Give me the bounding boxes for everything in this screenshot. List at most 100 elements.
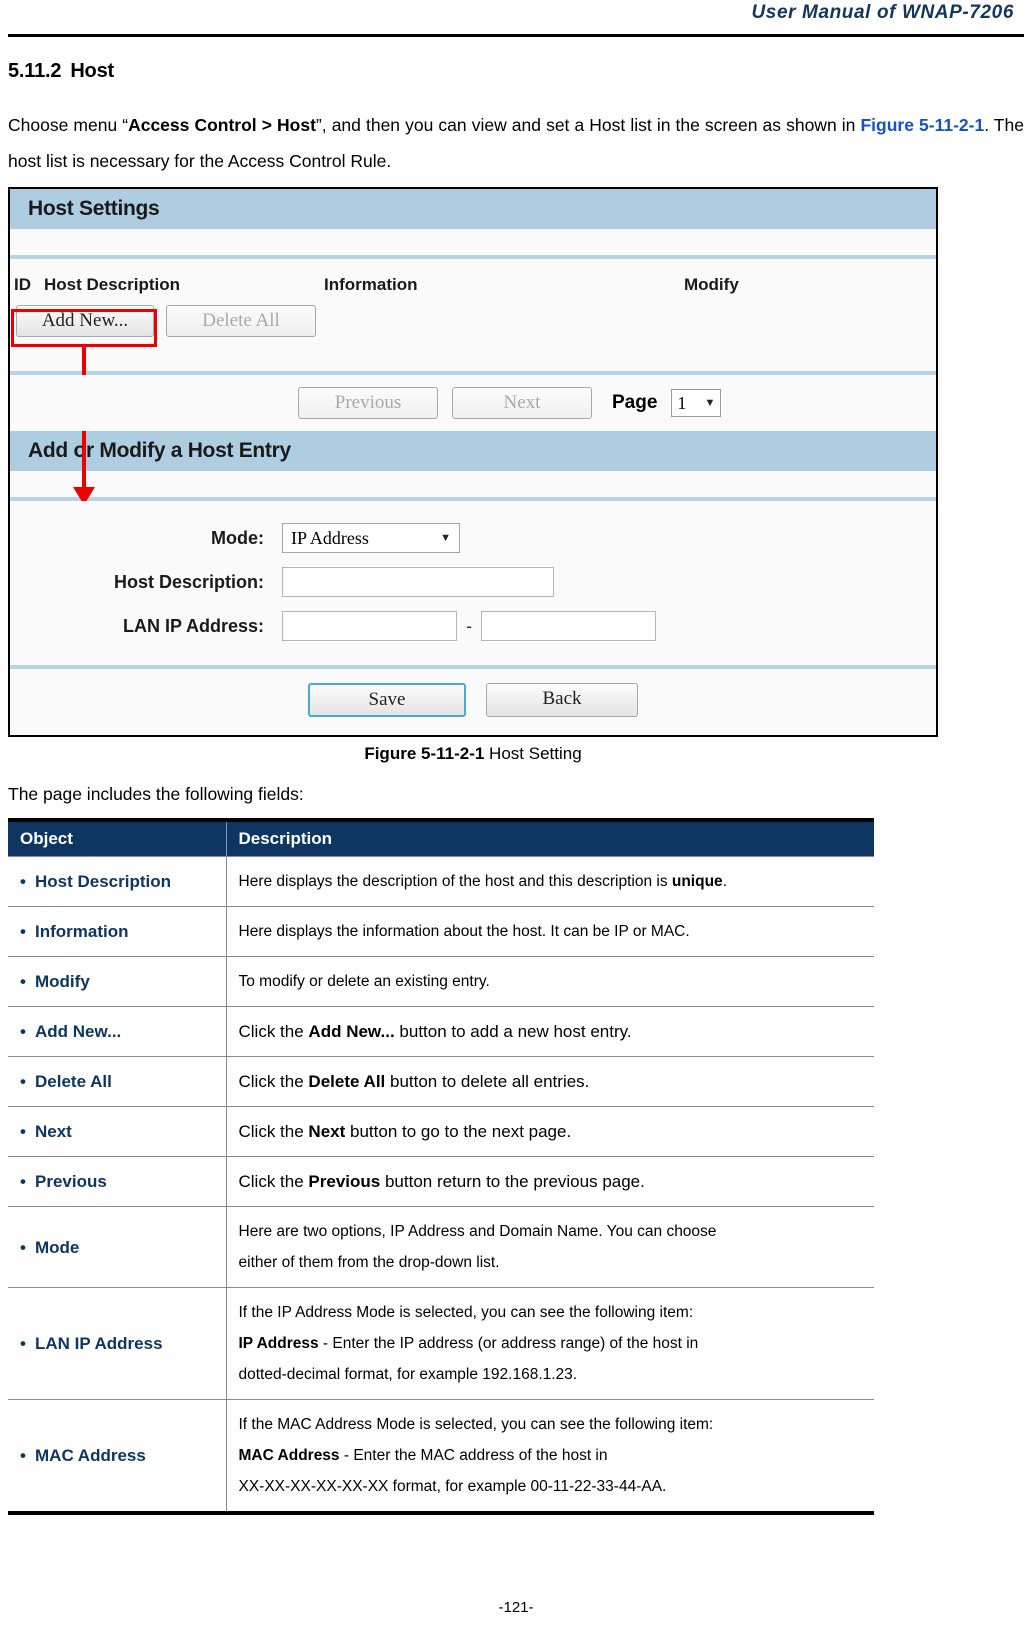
page-label: Page xyxy=(612,392,658,413)
field-object-label: Next xyxy=(35,1122,72,1141)
field-object-cell: • Mode xyxy=(8,1206,227,1288)
bullet-icon: • xyxy=(20,1237,26,1257)
field-object-label: Host Description xyxy=(35,872,172,891)
host-description-input[interactable] xyxy=(282,567,554,597)
field-object-label: Modify xyxy=(35,972,90,991)
fields-table: Object Description • Host Description Her… xyxy=(8,818,874,1515)
table-row: • MAC Address If the MAC Address Mode is … xyxy=(8,1399,874,1513)
field-description-cell: If the IP Address Mode is selected, you … xyxy=(226,1287,874,1400)
add-modify-title: Add or Modify a Host Entry xyxy=(28,439,291,462)
column-header-host-description: Host Description xyxy=(44,275,181,294)
table-row: • Modify To modify or delete an existing … xyxy=(8,956,874,1007)
figure-reference-link[interactable]: Figure 5-11-2-1 xyxy=(860,115,984,135)
field-object-label: Delete All xyxy=(35,1072,112,1091)
host-settings-title: Host Settings xyxy=(28,197,160,220)
section-heading-text: Host xyxy=(70,60,114,82)
bullet-icon: • xyxy=(20,1334,26,1353)
add-new-button[interactable]: Add New... xyxy=(16,305,154,337)
field-object-label: Previous xyxy=(35,1172,107,1191)
bullet-icon: • xyxy=(20,872,26,891)
figure-caption-number: Figure 5-11-2-1 xyxy=(364,744,485,763)
ip-range-separator: - xyxy=(466,615,472,636)
page-select-value: 1 xyxy=(677,392,687,413)
field-description-line: either of them from the drop-down list. xyxy=(238,1254,500,1271)
intro-text-part1: Choose menu “ xyxy=(8,115,129,135)
host-list-button-row: Add New... Delete All xyxy=(10,295,936,337)
field-object-cell: • MAC Address xyxy=(8,1399,227,1513)
field-object-cell: • Modify xyxy=(8,956,227,1007)
field-description-line: If the IP Address Mode is selected, you … xyxy=(238,1304,694,1321)
table-header-row: Object Description xyxy=(8,820,874,857)
bullet-icon: • xyxy=(20,1072,26,1091)
form-action-buttons: Save Back xyxy=(10,669,936,735)
bullet-icon: • xyxy=(20,1172,26,1191)
table-row: • Add New... Click the Add New... button … xyxy=(8,1006,874,1057)
table-row: • Previous Click the Previous button retu… xyxy=(8,1156,874,1207)
intro-paragraph: Choose menu “Access Control > Host”, and… xyxy=(8,107,1024,179)
field-object-label: Information xyxy=(35,922,129,941)
document-page: User Manual of WNAP-7206 5.11.2 Host Choo… xyxy=(0,0,1032,1632)
field-object-label: Mode xyxy=(35,1237,80,1257)
field-description-cell: Click the Delete All button to delete al… xyxy=(226,1056,874,1107)
field-description-cell: Click the Next button to go to the next … xyxy=(226,1106,874,1157)
host-entry-form: Mode: IP Address ▼ Host Description: LAN… xyxy=(10,501,936,665)
add-modify-panel-header: Add or Modify a Host Entry xyxy=(10,431,936,471)
field-description-line: If the MAC Address Mode is selected, you… xyxy=(238,1416,714,1433)
lan-ip-address-label: LAN IP Address: xyxy=(122,615,264,636)
lan-ip-end-input[interactable] xyxy=(481,611,656,641)
table-row: • Host Description Here displays the desc… xyxy=(8,856,874,907)
panel-spacer-top xyxy=(10,229,936,255)
figure-host-setting-screenshot: Host Settings ID Host Description Inform… xyxy=(8,187,938,737)
page-footer: -121- xyxy=(0,1599,1032,1616)
form-row-host-description: Host Description: xyxy=(10,567,936,597)
table-row: • Next Click the Next button to go to the… xyxy=(8,1106,874,1157)
column-header-modify: Modify xyxy=(684,275,739,294)
chevron-down-icon: ▼ xyxy=(704,397,716,409)
field-object-label: LAN IP Address xyxy=(35,1334,163,1353)
mode-select-value: IP Address xyxy=(291,527,369,548)
column-header-information: Information xyxy=(324,275,418,294)
field-description-line: XX-XX-XX-XX-XX-XX format, for example 00… xyxy=(238,1478,667,1495)
form-row-mode: Mode: IP Address ▼ xyxy=(10,523,936,553)
lan-ip-start-input[interactable] xyxy=(282,611,457,641)
field-description-cell: Click the Add New... button to add a new… xyxy=(226,1006,874,1057)
host-list-section: ID Host Description Information Modify A… xyxy=(10,259,936,505)
page-number: -121- xyxy=(498,1599,534,1616)
field-object-label: Add New... xyxy=(35,1022,122,1041)
back-button[interactable]: Back xyxy=(486,683,638,717)
host-description-label: Host Description: xyxy=(113,571,264,592)
field-object-cell: • Next xyxy=(8,1106,227,1157)
previous-button[interactable]: Previous xyxy=(298,387,438,419)
mode-label: Mode: xyxy=(211,527,264,548)
form-row-lan-ip: LAN IP Address: - xyxy=(10,611,936,641)
field-description-line: To modify or delete an existing entry. xyxy=(238,973,490,990)
field-object-cell: • Information xyxy=(8,906,227,957)
field-description-line: Here are two options, IP Address and Dom… xyxy=(238,1223,717,1240)
bullet-icon: • xyxy=(20,1022,26,1041)
figure-caption-text: Host Setting xyxy=(484,744,582,763)
field-object-cell: • Host Description xyxy=(8,856,227,907)
delete-all-button[interactable]: Delete All xyxy=(166,305,316,337)
table-row: • LAN IP Address If the IP Address Mode i… xyxy=(8,1287,874,1400)
bullet-icon: • xyxy=(20,1122,26,1141)
field-object-cell: • Add New... xyxy=(8,1006,227,1057)
menu-path: Access Control > Host xyxy=(128,115,316,135)
manual-title: User Manual of WNAP-7206 xyxy=(751,2,1014,23)
document-header: User Manual of WNAP-7206 xyxy=(8,0,1024,40)
bullet-icon: • xyxy=(20,922,26,941)
column-header-id: ID xyxy=(14,275,31,294)
header-rule xyxy=(8,34,1024,37)
field-object-cell: • Delete All xyxy=(8,1056,227,1107)
mode-select[interactable]: IP Address ▼ xyxy=(282,523,460,553)
field-description-cell: Here are two options, IP Address and Dom… xyxy=(226,1206,874,1288)
page-title: 5.11.2 Host xyxy=(8,60,1024,83)
section-number: 5.11.2 xyxy=(8,60,62,82)
next-button[interactable]: Next xyxy=(452,387,592,419)
fields-table-body: • Host Description Here displays the desc… xyxy=(8,856,874,1513)
host-list-column-headers: ID Host Description Information Modify xyxy=(10,259,936,295)
table-row: • Information Here displays the informati… xyxy=(8,906,874,957)
bullet-icon: • xyxy=(20,1446,26,1465)
save-button[interactable]: Save xyxy=(308,683,466,717)
page-select[interactable]: 1 ▼ xyxy=(671,389,722,417)
table-row: • Mode Here are two options, IP Address a… xyxy=(8,1206,874,1288)
